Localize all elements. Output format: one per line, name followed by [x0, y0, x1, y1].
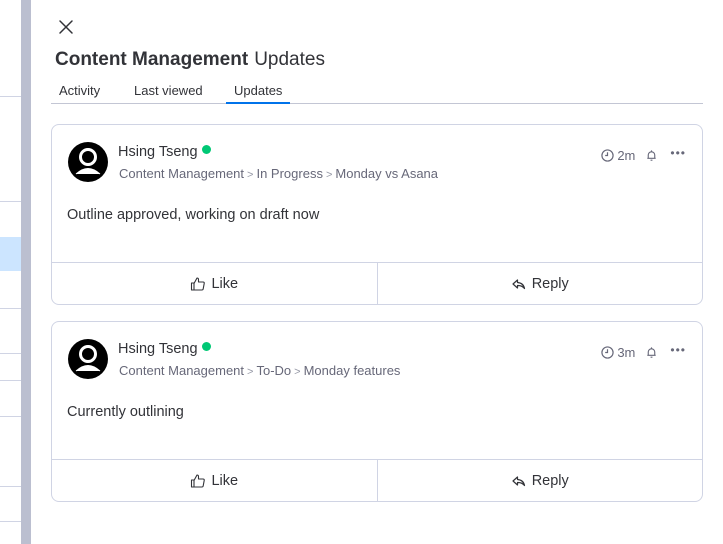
- more-horizontal-icon: •••: [670, 343, 686, 357]
- online-status-indicator: [201, 145, 211, 154]
- update-time: 2m: [617, 147, 636, 163]
- bell-icon[interactable]: [645, 346, 658, 359]
- like-button[interactable]: Like: [52, 263, 377, 304]
- update-time: 3m: [617, 344, 636, 360]
- update-body: Outline approved, working on draft now: [67, 207, 320, 223]
- avatar[interactable]: [68, 339, 108, 379]
- close-button[interactable]: [57, 18, 75, 36]
- chevron-right-icon: >: [247, 169, 254, 181]
- breadcrumb-item[interactable]: Monday vs Asana: [335, 166, 438, 181]
- background-board: [0, 0, 21, 544]
- close-icon: [59, 20, 73, 34]
- like-button[interactable]: Like: [52, 460, 377, 501]
- more-options-button[interactable]: •••: [670, 146, 686, 162]
- author-name[interactable]: Hsing Tseng: [118, 339, 211, 359]
- panel-tabs: Activity Last viewed Updates: [51, 80, 703, 104]
- more-options-button[interactable]: •••: [670, 343, 686, 359]
- clock-icon: [601, 345, 615, 359]
- panel-title-board: Content Management: [55, 49, 249, 70]
- reply-label: Reply: [531, 275, 569, 292]
- chevron-right-icon: >: [247, 366, 254, 378]
- thumbs-up-icon: [191, 276, 206, 291]
- chevron-right-icon: >: [325, 169, 333, 181]
- panel-title-section: Updates: [254, 49, 325, 70]
- panel-resize-handle[interactable]: [21, 0, 31, 544]
- reply-button[interactable]: Reply: [376, 460, 703, 501]
- breadcrumb-group[interactable]: In Progress: [256, 166, 322, 181]
- board-row-divider: [0, 521, 21, 522]
- breadcrumb-board[interactable]: Content Management: [119, 363, 244, 378]
- like-label: Like: [211, 275, 239, 292]
- avatar[interactable]: [68, 142, 108, 182]
- tab-activity[interactable]: Activity: [59, 82, 100, 100]
- board-row-divider: [0, 353, 21, 354]
- updates-panel: Content Management Updates Activity Last …: [31, 0, 723, 544]
- update-meta: 3m •••: [601, 343, 686, 361]
- more-horizontal-icon: •••: [670, 146, 686, 160]
- user-avatar-icon: [68, 142, 108, 182]
- board-row-divider: [0, 486, 21, 487]
- author-name-text: Hsing Tseng: [118, 144, 198, 160]
- tab-updates[interactable]: Updates: [225, 82, 291, 104]
- panel-title: Content Management Updates: [55, 47, 325, 73]
- board-row-divider: [0, 380, 21, 381]
- board-row-divider: [0, 416, 21, 417]
- board-row-selected[interactable]: [0, 237, 21, 271]
- online-status-indicator: [201, 342, 211, 351]
- bell-icon[interactable]: [645, 149, 658, 162]
- update-body: Currently outlining: [67, 404, 184, 420]
- reply-arrow-icon: [512, 475, 525, 486]
- update-card: Hsing Tseng Content Management > In Progre…: [51, 124, 703, 305]
- author-name-text: Hsing Tseng: [118, 341, 198, 357]
- board-row-divider: [0, 96, 21, 97]
- user-avatar-icon: [68, 339, 108, 379]
- breadcrumb: Content Management > To-Do > Monday features: [119, 362, 400, 381]
- board-row-divider: [0, 201, 21, 202]
- clock-icon: [601, 148, 615, 162]
- like-label: Like: [211, 472, 239, 489]
- update-card: Hsing Tseng Content Management > To-Do > Mon…: [51, 321, 703, 502]
- reply-arrow-icon: [512, 278, 525, 289]
- update-actions: Like Reply: [52, 262, 702, 304]
- breadcrumb: Content Management > In Progress > Monday vs…: [119, 165, 438, 184]
- breadcrumb-board[interactable]: Content Management: [119, 166, 244, 181]
- tab-last-viewed[interactable]: Last viewed: [134, 82, 203, 100]
- reply-button[interactable]: Reply: [376, 263, 703, 304]
- board-row-divider: [0, 308, 21, 309]
- thumbs-up-icon: [191, 473, 206, 488]
- breadcrumb-item[interactable]: Monday features: [304, 363, 401, 378]
- chevron-right-icon: >: [294, 366, 301, 378]
- reply-label: Reply: [531, 472, 569, 489]
- update-meta: 2m •••: [601, 146, 686, 164]
- breadcrumb-group[interactable]: To-Do: [256, 363, 291, 378]
- update-actions: Like Reply: [52, 459, 702, 501]
- author-name[interactable]: Hsing Tseng: [118, 142, 211, 162]
